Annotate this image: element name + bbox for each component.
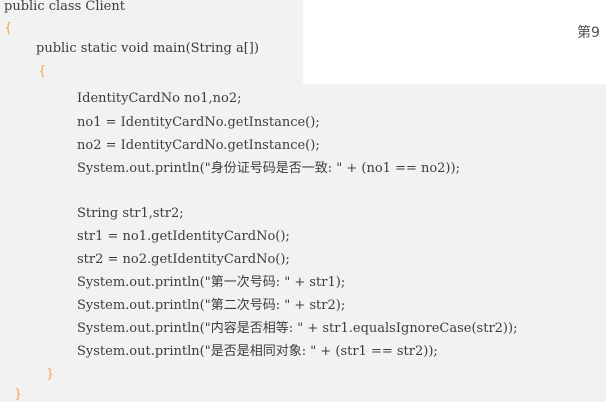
code-line-assign-str2: str2 = no2.getIdentityCardNo();: [77, 252, 290, 267]
code-line-assign-no1: no1 = IdentityCardNo.getInstance();: [77, 115, 320, 130]
code-line-declare-no1-no2: IdentityCardNo no1,no2;: [77, 91, 242, 106]
code-line-class-open-brace: {: [4, 21, 13, 36]
code-line-main-declaration: public static void main(String a[]): [36, 41, 259, 56]
code-line-declare-str1-str2: String str1,str2;: [77, 206, 184, 221]
code-line-print-identity-equal: System.out.println("身份证号码是否一致: " + (no1 …: [77, 161, 460, 176]
code-block: public class Client { public static void…: [0, 0, 606, 402]
code-line-print-content-equal: System.out.println("内容是否相等: " + str1.equ…: [77, 321, 518, 336]
code-line-assign-str1: str1 = no1.getIdentityCardNo();: [77, 229, 290, 244]
code-line-print-same-object: System.out.println("是否是相同对象: " + (str1 =…: [77, 344, 438, 359]
code-line-class-declaration: public class Client: [4, 0, 125, 14]
code-line-print-first-number: System.out.println("第一次号码: " + str1);: [77, 275, 346, 290]
code-line-class-close-brace: }: [14, 387, 23, 402]
code-line-main-open-brace: {: [38, 64, 47, 79]
code-line-assign-no2: no2 = IdentityCardNo.getInstance();: [77, 138, 320, 153]
code-line-main-close-brace: }: [46, 367, 55, 382]
code-line-print-second-number: System.out.println("第二次号码: " + str2);: [77, 298, 346, 313]
